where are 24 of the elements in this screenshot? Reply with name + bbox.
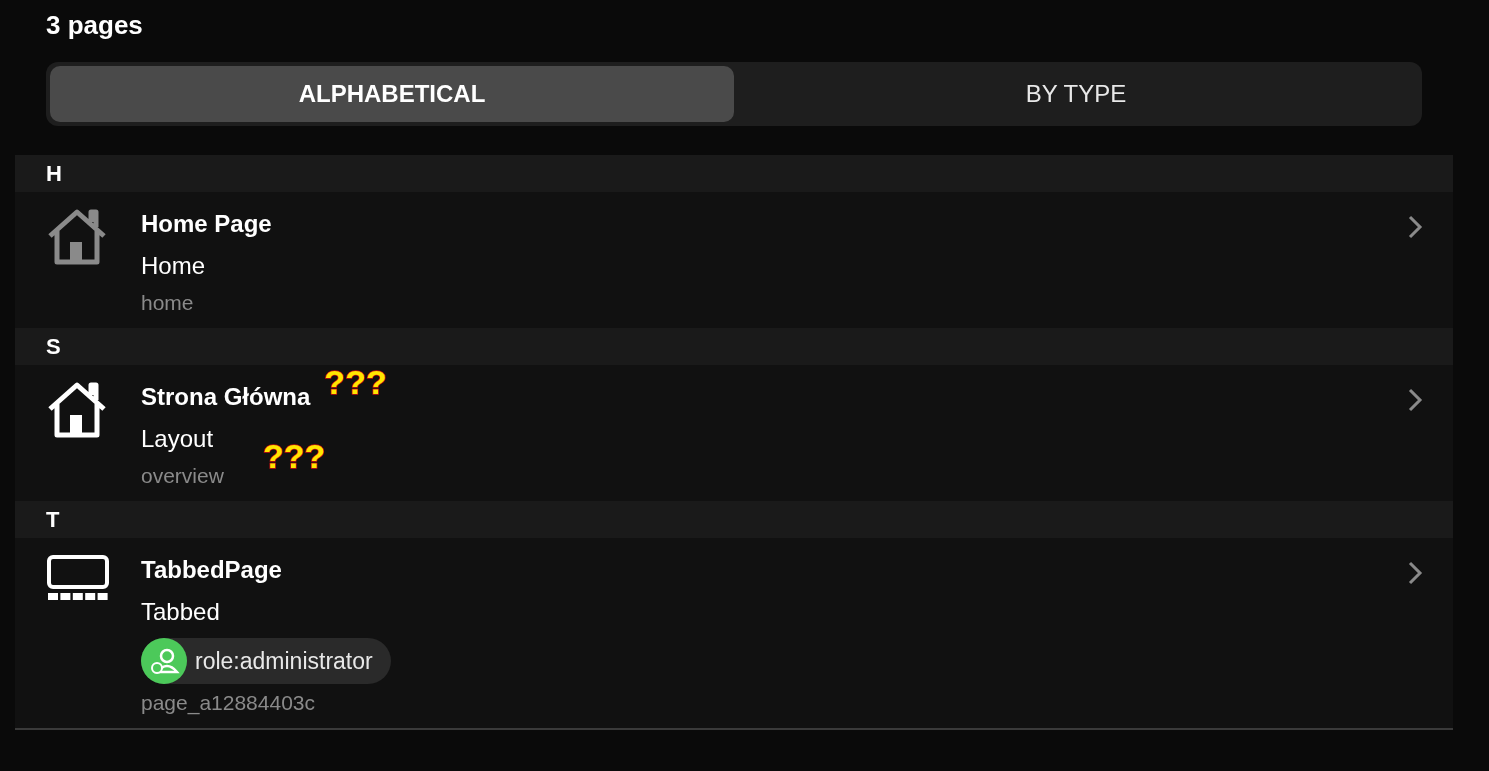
page-subtitle: Home: [141, 251, 206, 281]
sort-tab[interactable]: BY TYPE: [734, 66, 1418, 122]
page-title: Strona Główna: [141, 382, 311, 412]
section-letter: H: [46, 160, 62, 188]
page-list-item[interactable]: TabbedPage Tabbed role:administrator page_a12884403c: [15, 538, 1453, 728]
page-subtitle: Tabbed: [141, 597, 220, 627]
chevron-right-icon: [1407, 387, 1423, 413]
sort-tab[interactable]: ALPHABETICAL: [50, 66, 734, 122]
page-count: 3 pages: [46, 10, 143, 40]
chevron-right-icon: [1407, 214, 1423, 240]
page-key: page_a12884403c: [141, 686, 315, 718]
page-key: home: [141, 286, 194, 318]
page-list-item[interactable]: Home Page Home home: [15, 192, 1453, 328]
section-letter: S: [46, 333, 61, 361]
page-subtitle: Layout: [141, 424, 214, 454]
page-title: Home Page: [141, 209, 272, 239]
role-label: role:administrator: [195, 646, 373, 676]
chevron-right-icon: [1407, 560, 1423, 586]
question-marks: ???: [263, 437, 326, 475]
page-key: overview: [141, 459, 224, 491]
page-list-item[interactable]: Strona Główna ??? Layout ??? overview: [15, 365, 1453, 501]
section-letter: T: [46, 506, 60, 534]
question-marks: ???: [324, 363, 387, 401]
page-title: TabbedPage: [141, 555, 282, 585]
